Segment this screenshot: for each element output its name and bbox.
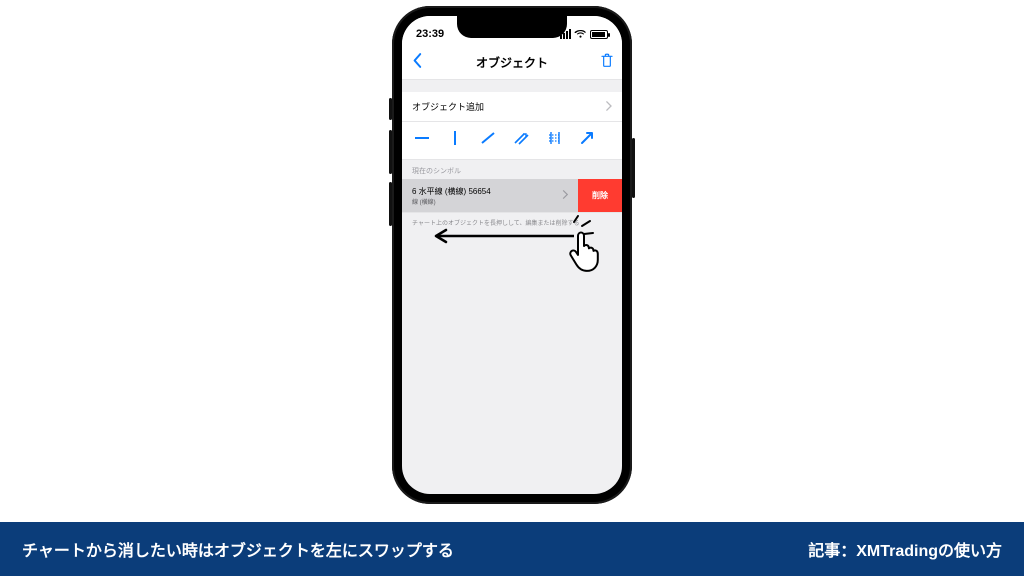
object-item-content[interactable]: 6 水平線 (横線) 56654 線 (横線)	[402, 179, 578, 212]
delete-label: 削除	[592, 190, 608, 201]
caption-text: チャートから消したい時はオブジェクトを左にスワップする	[22, 537, 454, 561]
add-object-row[interactable]: オブジェクト追加	[402, 92, 622, 122]
tool-row	[402, 122, 622, 160]
back-button[interactable]	[410, 52, 424, 73]
phone-screen: 23:39 オブジェクト オブジェクト追加	[402, 16, 622, 494]
object-item-subtitle: 線 (横線)	[412, 197, 568, 206]
delete-all-button[interactable]	[600, 53, 614, 73]
chevron-right-icon	[605, 101, 612, 113]
status-time: 23:39	[416, 28, 444, 40]
channel-icon[interactable]	[514, 131, 530, 150]
nav-header: オブジェクト	[402, 46, 622, 80]
caption-source: 記事：XMTradingの使い方	[808, 537, 1002, 561]
notch	[457, 16, 567, 38]
hint-text: チャート上のオブジェクトを長押しして、編集または削除する	[402, 213, 622, 232]
page-title: オブジェクト	[476, 54, 548, 71]
status-icons	[560, 29, 608, 39]
caption-banner: チャートから消したい時はオブジェクトを左にスワップする 記事：XMTrading…	[0, 522, 1024, 576]
fibonacci-icon[interactable]	[548, 131, 562, 150]
object-list-item[interactable]: 6 水平線 (横線) 56654 線 (横線) 削除	[402, 179, 622, 213]
section-current-symbol: 現在のシンボル	[402, 160, 622, 179]
wifi-icon	[574, 29, 587, 39]
horizontal-line-icon[interactable]	[414, 131, 430, 150]
add-object-label: オブジェクト追加	[412, 100, 484, 113]
phone-mockup: 23:39 オブジェクト オブジェクト追加	[392, 6, 632, 504]
vertical-line-icon[interactable]	[448, 130, 462, 151]
chevron-right-icon	[562, 190, 568, 201]
delete-button[interactable]: 削除	[578, 179, 622, 212]
trend-line-icon[interactable]	[480, 131, 496, 150]
arrow-icon[interactable]	[580, 131, 594, 150]
battery-icon	[590, 30, 608, 39]
object-item-title: 6 水平線 (横線) 56654	[412, 186, 568, 197]
